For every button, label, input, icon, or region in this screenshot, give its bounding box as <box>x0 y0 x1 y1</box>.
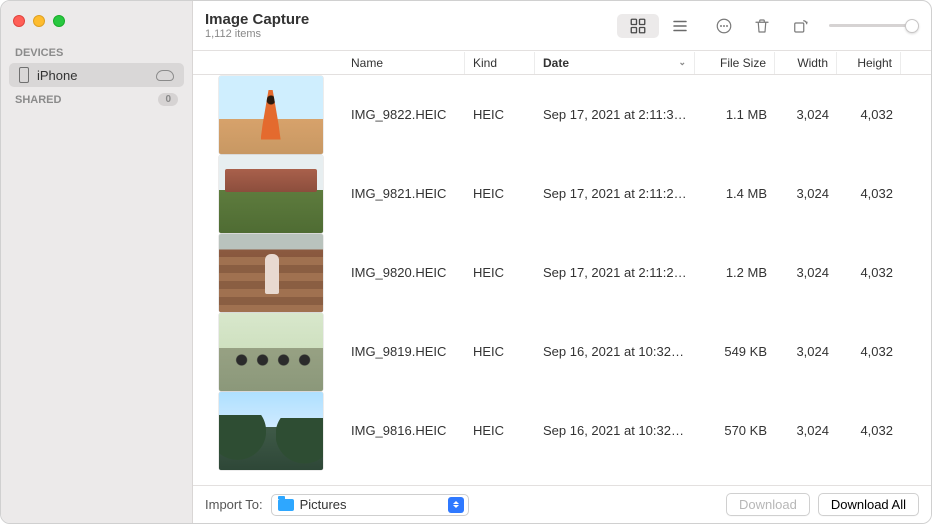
file-list: IMG_9822.HEIC HEIC Sep 17, 2021 at 2:11:… <box>193 75 931 485</box>
item-count: 1,112 items <box>205 28 309 40</box>
view-mode-segment <box>617 14 701 38</box>
cell-height: 4,032 <box>837 186 901 201</box>
sidebar-section-devices: DEVICES <box>1 41 192 63</box>
import-to-label: Import To: <box>205 497 263 512</box>
trash-icon <box>753 17 771 35</box>
shared-label: SHARED <box>15 94 61 106</box>
more-options-button[interactable] <box>709 13 739 39</box>
cell-height: 4,032 <box>837 423 901 438</box>
list-icon <box>671 17 689 35</box>
cell-kind: HEIC <box>465 265 535 280</box>
col-filesize[interactable]: File Size <box>695 52 775 74</box>
phone-icon <box>19 67 29 83</box>
table-row[interactable]: IMG_9819.HEIC HEIC Sep 16, 2021 at 10:32… <box>193 312 931 391</box>
maximize-icon[interactable] <box>53 15 65 27</box>
close-icon[interactable] <box>13 15 25 27</box>
col-width[interactable]: Width <box>775 52 837 74</box>
col-height[interactable]: Height <box>837 52 901 74</box>
cell-width: 3,024 <box>775 107 837 122</box>
cell-kind: HEIC <box>465 423 535 438</box>
main-area: Image Capture 1,112 items <box>193 1 931 523</box>
cloud-icon <box>156 70 174 81</box>
cell-size: 1.2 MB <box>695 265 775 280</box>
cell-date: Sep 17, 2021 at 2:11:30… <box>535 107 695 122</box>
cell-kind: HEIC <box>465 107 535 122</box>
sidebar-item-label: iPhone <box>37 68 77 83</box>
shared-count-badge: 0 <box>158 93 178 106</box>
footer-bar: Import To: Pictures Download Download Al… <box>193 485 931 523</box>
cell-width: 3,024 <box>775 344 837 359</box>
cell-date: Sep 16, 2021 at 10:32:1… <box>535 344 695 359</box>
cell-kind: HEIC <box>465 186 535 201</box>
cell-size: 1.4 MB <box>695 186 775 201</box>
cell-width: 3,024 <box>775 186 837 201</box>
folder-icon <box>278 499 294 511</box>
list-view-button[interactable] <box>659 14 701 38</box>
thumbnail <box>219 392 323 470</box>
cell-kind: HEIC <box>465 344 535 359</box>
rotate-icon <box>791 17 809 35</box>
download-all-button[interactable]: Download All <box>818 493 919 516</box>
cell-name: IMG_9819.HEIC <box>343 344 465 359</box>
devices-label: DEVICES <box>15 47 63 59</box>
import-destination-select[interactable]: Pictures <box>271 494 469 516</box>
cell-size: 570 KB <box>695 423 775 438</box>
title-block: Image Capture 1,112 items <box>205 11 309 40</box>
grid-view-button[interactable] <box>617 14 659 38</box>
col-date[interactable]: Date⌄ <box>535 52 695 74</box>
sidebar-item-iphone[interactable]: iPhone <box>9 63 184 87</box>
table-row[interactable]: IMG_9821.HEIC HEIC Sep 17, 2021 at 2:11:… <box>193 154 931 233</box>
table-row[interactable]: IMG_9820.HEIC HEIC Sep 17, 2021 at 2:11:… <box>193 233 931 312</box>
cell-date: Sep 17, 2021 at 2:11:21… <box>535 265 695 280</box>
body-area: DEVICES iPhone SHARED 0 Image Capture 1,… <box>1 1 931 523</box>
thumbnail-zoom-slider[interactable] <box>829 16 919 36</box>
cell-date: Sep 17, 2021 at 2:11:24… <box>535 186 695 201</box>
cell-date: Sep 16, 2021 at 10:32:0… <box>535 423 695 438</box>
slider-knob[interactable] <box>905 19 919 33</box>
window-controls <box>1 7 192 41</box>
cell-height: 4,032 <box>837 107 901 122</box>
column-headers: Name Kind Date⌄ File Size Width Height <box>193 51 931 75</box>
destination-name: Pictures <box>300 497 442 512</box>
dropdown-indicator-icon <box>448 497 464 513</box>
table-row[interactable]: IMG_9816.HEIC HEIC Sep 16, 2021 at 10:32… <box>193 391 931 470</box>
sidebar: DEVICES iPhone SHARED 0 <box>1 1 193 523</box>
cell-width: 3,024 <box>775 265 837 280</box>
app-title: Image Capture <box>205 11 309 28</box>
toolbar: Image Capture 1,112 items <box>193 1 931 51</box>
grid-icon <box>629 17 647 35</box>
cell-size: 549 KB <box>695 344 775 359</box>
minimize-icon[interactable] <box>33 15 45 27</box>
download-button[interactable]: Download <box>726 493 810 516</box>
thumbnail <box>219 155 323 233</box>
delete-button[interactable] <box>747 13 777 39</box>
sidebar-section-shared: SHARED 0 <box>1 87 192 110</box>
cell-name: IMG_9820.HEIC <box>343 265 465 280</box>
cell-size: 1.1 MB <box>695 107 775 122</box>
cell-height: 4,032 <box>837 265 901 280</box>
col-kind[interactable]: Kind <box>465 52 535 74</box>
chevron-down-icon: ⌄ <box>678 57 686 68</box>
cell-name: IMG_9816.HEIC <box>343 423 465 438</box>
col-name[interactable]: Name <box>343 52 465 74</box>
ellipsis-circle-icon <box>715 17 733 35</box>
thumbnail <box>219 234 323 312</box>
rotate-button[interactable] <box>785 13 815 39</box>
table-row[interactable]: IMG_9822.HEIC HEIC Sep 17, 2021 at 2:11:… <box>193 75 931 154</box>
cell-name: IMG_9821.HEIC <box>343 186 465 201</box>
cell-height: 4,032 <box>837 344 901 359</box>
cell-width: 3,024 <box>775 423 837 438</box>
thumbnail <box>219 76 323 154</box>
app-window: DEVICES iPhone SHARED 0 Image Capture 1,… <box>0 0 932 524</box>
thumbnail <box>219 313 323 391</box>
cell-name: IMG_9822.HEIC <box>343 107 465 122</box>
